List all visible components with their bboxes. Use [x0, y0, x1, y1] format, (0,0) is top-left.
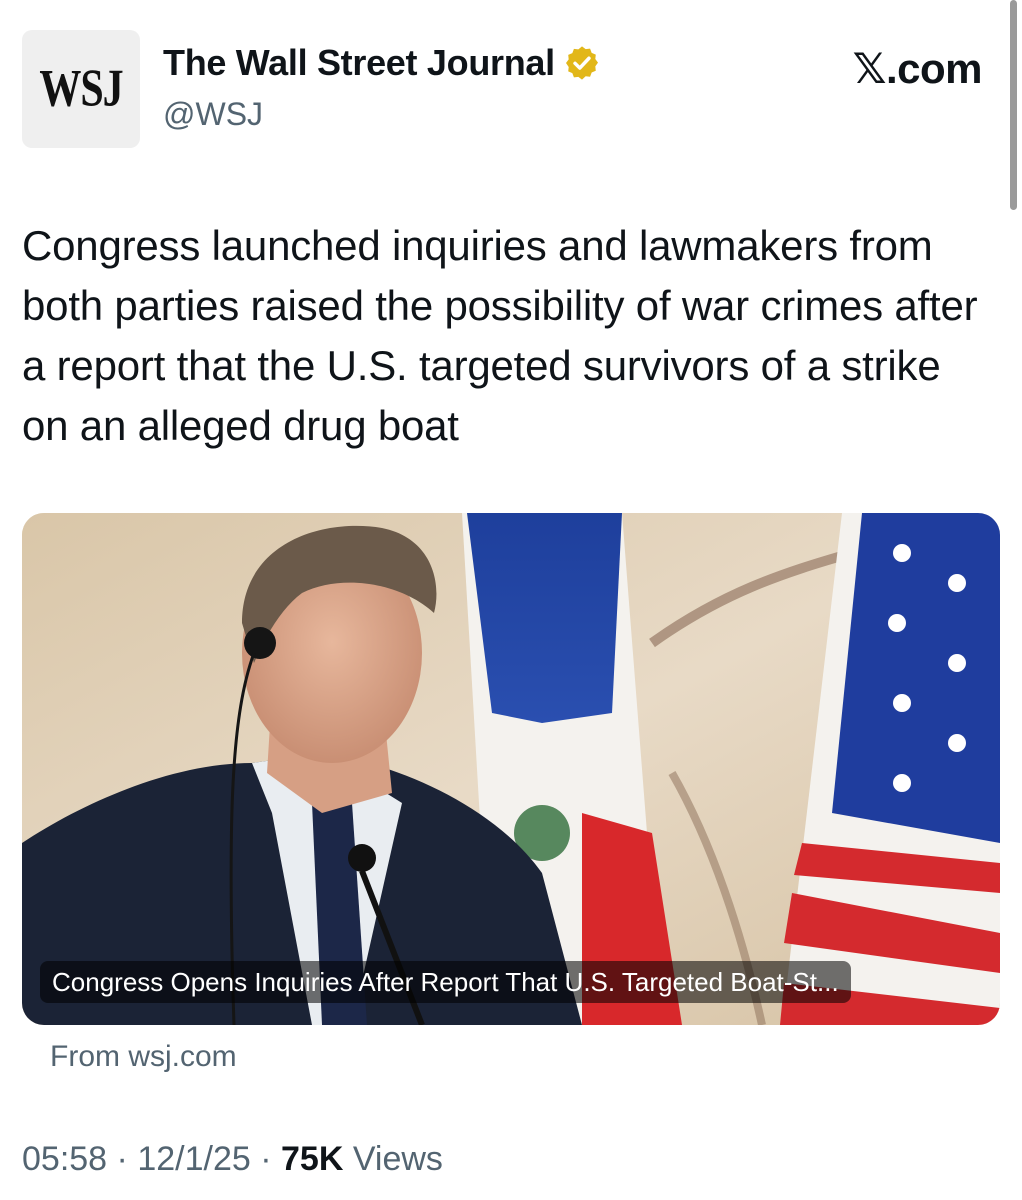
avatar-logo-text: WSJ	[39, 60, 123, 118]
card-domain[interactable]: From wsj.com	[50, 1040, 237, 1074]
card-photo	[22, 513, 1000, 1025]
link-card[interactable]: Congress Opens Inquiries After Report Th…	[22, 513, 1000, 1025]
tweet-meta: 05:58 · 12/1/25 · 75K Views	[22, 1140, 443, 1179]
author-display-name[interactable]: The Wall Street Journal	[163, 42, 555, 84]
meta-separator: ·	[260, 1140, 272, 1178]
tweet-date[interactable]: 12/1/25	[137, 1140, 250, 1178]
avatar[interactable]: WSJ	[22, 30, 140, 148]
verified-badge-icon	[565, 46, 598, 80]
views-label: Views	[352, 1140, 443, 1178]
author-handle[interactable]: @WSJ	[163, 96, 263, 133]
tweet-time[interactable]: 05:58	[22, 1140, 107, 1178]
x-logo-text: 𝕏.com	[852, 45, 983, 92]
views-count: 75K	[281, 1140, 344, 1178]
scrollbar[interactable]	[1010, 0, 1017, 210]
tweet-text: Congress launched inquiries and lawmaker…	[22, 222, 978, 449]
author-name-row: The Wall Street Journal	[163, 42, 601, 84]
card-title[interactable]: Congress Opens Inquiries After Report Th…	[40, 961, 851, 1003]
meta-separator: ·	[116, 1140, 128, 1178]
